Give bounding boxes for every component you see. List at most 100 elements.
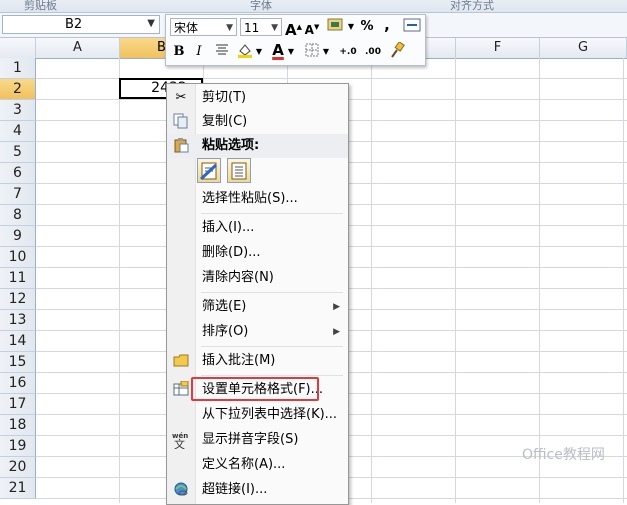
menu-item-delete-label: 删除(D)... [202,245,261,260]
borders-icon[interactable] [303,42,321,62]
menu-item-show-phonetic-label: 显示拼音字段(S) [202,432,299,447]
grow-font-button[interactable]: A▲ [285,17,302,39]
comment-icon [172,352,190,370]
row-header-3[interactable]: 3 [0,100,36,121]
scissors-icon: ✂ [175,90,187,105]
menu-separator [201,375,343,376]
font-name-combo[interactable]: 宋体 ▼ [170,18,237,36]
bold-button[interactable]: B [172,42,186,62]
svg-text:文: 文 [174,437,185,449]
accounting-format-icon[interactable] [326,17,346,37]
fill-color-icon[interactable] [236,42,254,62]
font-name-value: 宋体 [174,21,199,35]
row-header-8[interactable]: 8 [0,205,36,226]
menu-item-paste-options: 粘贴选项: [167,134,348,158]
fill-color-dropdown-icon[interactable]: ▼ [255,42,263,62]
menu-item-filter-label: 筛选(E) [202,299,247,314]
decrease-decimal-button[interactable]: .00 [362,42,384,62]
menu-separator [201,346,343,347]
paste-icon [172,137,190,155]
increase-decimal-button[interactable]: +.0 [337,42,359,62]
font-size-value: 11 [244,21,260,35]
shrink-font-button[interactable]: A▼ [304,17,320,37]
menu-separator [201,213,343,214]
font-name-dropdown-icon[interactable]: ▼ [226,19,233,37]
row-header-1[interactable]: 1 [0,58,36,79]
row-header-2[interactable]: 2 [0,79,36,100]
merge-center-icon[interactable] [402,17,422,37]
row-header-15[interactable]: 15 [0,352,36,373]
row-header-5[interactable]: 5 [0,142,36,163]
menu-item-insert[interactable]: 插入(I)... [167,216,348,240]
row-header-16[interactable]: 16 [0,373,36,394]
row-header-4[interactable]: 4 [0,121,36,142]
menu-item-paste-special[interactable]: 选择性粘贴(S)... [167,187,348,211]
menu-item-define-name[interactable]: 定义名称(A)... [167,453,348,477]
select-all-corner[interactable] [0,38,36,58]
menu-item-sort-label: 排序(O) [202,324,249,339]
row-header-18[interactable]: 18 [0,415,36,436]
menu-item-filter[interactable]: 筛选(E) ▶ [167,295,348,319]
paste-values-icon[interactable] [197,158,221,183]
font-size-dropdown-icon[interactable]: ▼ [271,19,278,37]
row-header-19[interactable]: 19 [0,436,36,457]
menu-item-insert-label: 插入(I)... [202,220,255,235]
row-header-12[interactable]: 12 [0,289,36,310]
alignment-group-label: 对齐方式 [450,0,494,12]
row-header-11[interactable]: 11 [0,268,36,289]
row-header-17[interactable]: 17 [0,394,36,415]
menu-item-insert-comment-label: 插入批注(M) [202,353,276,368]
menu-item-cut[interactable]: ✂ 剪切(T) [167,86,348,110]
watermark: Office教程网 [522,447,605,463]
menu-item-hyperlink-label: 超链接(I)... [202,482,268,497]
row-header-14[interactable]: 14 [0,331,36,352]
menu-separator [201,292,343,293]
menu-item-copy[interactable]: 复制(C) [167,110,348,134]
comma-style-button[interactable]: , [382,15,392,35]
row-header-9[interactable]: 9 [0,226,36,247]
menu-item-clear-contents[interactable]: 清除内容(N) [167,266,348,290]
submenu-arrow-icon: ▶ [333,327,340,337]
menu-item-sort[interactable]: 排序(O) ▶ [167,320,348,344]
format-cells-icon [172,380,190,399]
name-box-dropdown-icon[interactable]: ▼ [147,18,155,29]
row-header-6[interactable]: 6 [0,163,36,184]
row-header-21[interactable]: 21 [0,478,36,499]
submenu-arrow-icon: ▶ [333,302,340,312]
row-header-13[interactable]: 13 [0,310,36,331]
accounting-format-dropdown-icon[interactable]: ▼ [347,17,355,37]
row-header-7[interactable]: 7 [0,184,36,205]
row-header-10[interactable]: 10 [0,247,36,268]
menu-item-delete[interactable]: 删除(D)... [167,241,348,265]
font-color-dropdown-icon[interactable]: ▼ [287,42,295,62]
borders-dropdown-icon[interactable]: ▼ [322,42,330,62]
phonetic-icon: wén 文 [172,431,190,451]
menu-item-cut-label: 剪切(T) [202,90,247,105]
menu-item-insert-comment[interactable]: 插入批注(M) [167,349,348,373]
name-box[interactable]: B2 ▼ [2,15,160,34]
row-header-20[interactable]: 20 [0,457,36,478]
center-align-icon[interactable] [213,42,231,62]
ribbon-group-labels: 剪贴板 字体 对齐方式 [0,0,627,13]
menu-item-show-phonetic[interactable]: wén 文 显示拼音字段(S) [167,428,348,452]
column-header-f[interactable]: F [456,38,540,58]
column-header-a[interactable]: A [36,38,120,58]
mini-toolbar: 宋体 ▼ 11 ▼ A▲ A▼ ▼ % , B I ▼ A ▼ ▼ +.0 .0… [165,14,426,66]
paste-text-icon[interactable] [227,158,251,183]
font-group-label: 字体 [250,0,272,12]
column-header-g[interactable]: G [540,38,627,58]
menu-item-hyperlink[interactable]: 超链接(I)... [167,478,348,502]
format-cells-highlight [191,377,319,401]
copy-icon [172,113,190,131]
menu-item-pick-from-dropdown[interactable]: 从下拉列表中选择(K)... [167,403,348,427]
font-size-combo[interactable]: 11 ▼ [240,18,282,36]
paste-options-buttons [197,158,257,186]
font-color-button[interactable]: A [270,40,286,60]
hyperlink-icon [172,481,190,499]
menu-item-clear-contents-label: 清除内容(N) [202,270,274,285]
name-box-value: B2 [65,17,83,32]
italic-button[interactable]: I [192,42,206,62]
format-painter-icon[interactable] [388,41,406,62]
percent-style-button[interactable]: % [359,17,375,37]
menu-item-copy-label: 复制(C) [202,114,248,129]
